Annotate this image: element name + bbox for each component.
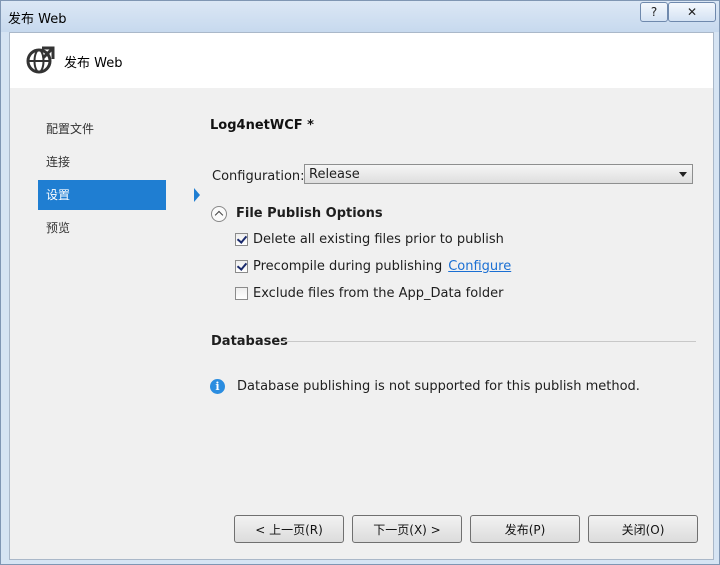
configure-link[interactable]: Configure [448,259,511,274]
info-icon: i [210,379,225,394]
configuration-value: Release [309,167,360,182]
nav-item-preview[interactable]: 预览 [38,213,166,243]
precompile-label-wrap: Precompile during publishing Configure [253,259,511,274]
publish-web-dialog: 发布 Web ? ✕ 发布 Web 配置文件 连接 设置 预览 Log4netW… [0,0,720,565]
database-info-text: Database publishing is not supported for… [237,379,640,394]
nav-item-settings-label: 设置 [46,188,71,202]
nav-item-settings[interactable]: 设置 [38,180,200,210]
next-button[interactable]: 下一页(X) > [352,515,462,543]
precompile-label: Precompile during publishing [253,259,443,274]
delete-existing-label: Delete all existing files prior to publi… [253,232,504,247]
configuration-label: Configuration: [212,169,305,184]
configuration-select[interactable]: Release [304,164,693,184]
databases-divider [280,341,696,342]
exclude-app-data-checkbox[interactable] [235,287,248,300]
delete-existing-checkbox[interactable] [235,233,248,246]
databases-title: Databases [211,334,288,349]
exclude-app-data-label: Exclude files from the App_Data folder [253,286,504,301]
close-button[interactable]: 关闭(O) [588,515,698,543]
publish-button[interactable]: 发布(P) [470,515,580,543]
precompile-checkbox[interactable] [235,260,248,273]
selection-arrow-icon [194,188,200,202]
file-publish-options-title: File Publish Options [236,206,383,221]
close-window-button[interactable]: ✕ [668,2,716,22]
profile-name: Log4netWCF * [210,118,314,133]
previous-button[interactable]: < 上一页(R) [234,515,344,543]
title-bar: 发布 Web ? ✕ [1,1,719,32]
nav-item-connection[interactable]: 连接 [38,147,166,177]
dialog-client-area: 发布 Web 配置文件 连接 设置 预览 Log4netWCF * Config… [9,32,714,560]
globe-arrow-icon [26,46,55,74]
collapse-chevron-icon[interactable] [211,206,227,222]
window-title: 发布 Web [8,12,67,27]
dialog-header: 发布 Web [10,33,713,88]
header-title: 发布 Web [64,56,123,71]
help-button[interactable]: ? [640,2,668,22]
dialog-body: 配置文件 连接 设置 预览 Log4netWCF * Configuration… [10,88,713,559]
chevron-down-icon [679,172,687,177]
nav-item-profile[interactable]: 配置文件 [38,114,166,144]
